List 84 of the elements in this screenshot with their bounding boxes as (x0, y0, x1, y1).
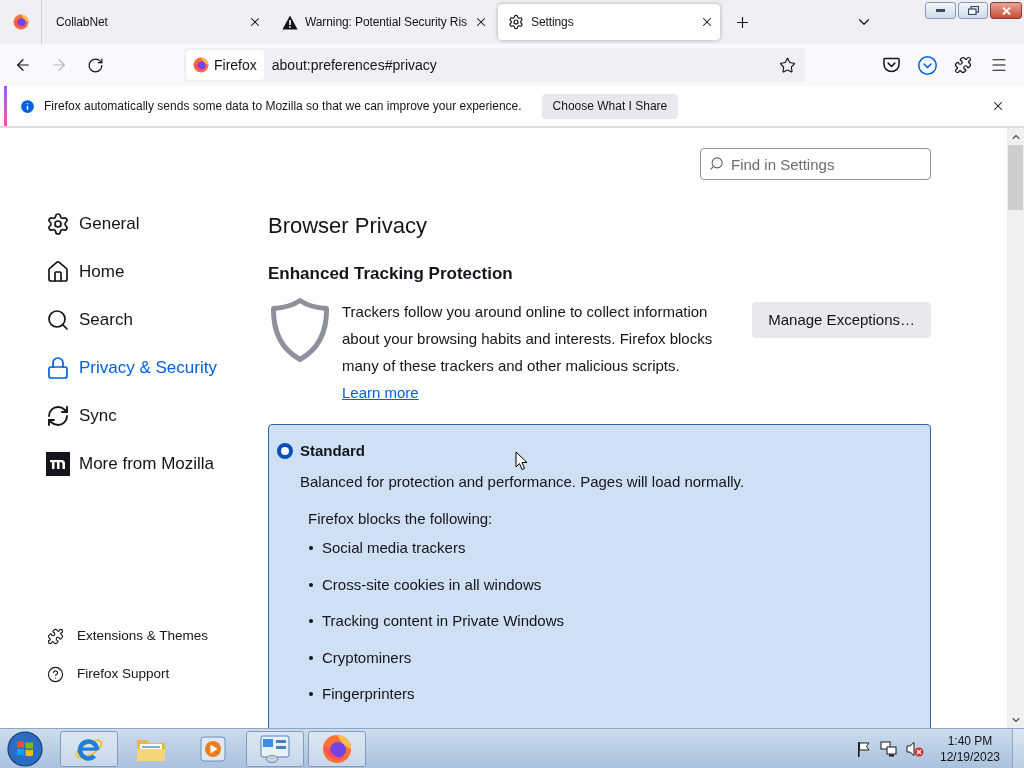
close-icon (1001, 6, 1011, 15)
maximize-button[interactable] (958, 2, 988, 19)
url-text: about:preferences#privacy (271, 55, 438, 75)
blocked-item: Cross-site cookies in all windows (322, 574, 542, 595)
bullet-icon (309, 655, 313, 660)
browser-tab[interactable]: CollabNet (46, 4, 268, 40)
bullet-icon (309, 546, 313, 551)
accent-stripe (4, 86, 7, 126)
taskbar-app-button[interactable] (308, 730, 366, 767)
section-title: Enhanced Tracking Protection (268, 263, 514, 285)
option-description: Balanced for protection and performance. Pages will load normally. (299, 472, 746, 492)
sync-icon (46, 404, 70, 428)
blocked-item: Social media trackers (322, 538, 466, 558)
network-icon (880, 740, 898, 757)
home-icon (46, 260, 70, 284)
sidebar-item[interactable]: Sync (0, 392, 268, 440)
sidebar-item[interactable]: Home (0, 248, 268, 296)
account-icon (917, 55, 937, 75)
address-bar[interactable]: Firefox about:preferences#privacy (184, 48, 805, 82)
tracking-description: Trackers follow you around online to collect information about your browsing habits and interests. Firefox blocks many of these trackers and other malicious scripts. (342, 302, 714, 376)
browser-tab[interactable]: Warning: Potential Security Ris (272, 4, 494, 40)
help-icon (47, 665, 64, 683)
sidebar-link[interactable]: Firefox Support (0, 655, 268, 693)
sidebar-item[interactable]: Search (0, 296, 268, 344)
puzzle-icon (954, 56, 972, 74)
option-radio[interactable]: Standard (277, 440, 930, 462)
scrollbar-thumb[interactable] (1008, 145, 1023, 210)
close-window-button[interactable] (990, 2, 1022, 19)
blocks-heading: Firefox blocks the following: (307, 509, 494, 529)
learn-more-link[interactable]: Learn more (342, 384, 419, 401)
gear-icon (46, 212, 70, 236)
bullet-icon (309, 619, 313, 624)
search-field[interactable]: Find in Settings (700, 148, 931, 180)
blocked-item: Cryptominers (322, 647, 412, 668)
notification-text: Firefox automatically sends some data to Mozilla so that we can improve your experience. (44, 98, 522, 115)
bullet-icon (309, 692, 313, 697)
blocked-item: Fingerprinters (322, 684, 415, 704)
gear-icon (508, 14, 524, 30)
restore-icon (967, 6, 979, 15)
search-icon (46, 308, 70, 332)
search-icon (709, 156, 724, 171)
forward-arrow-icon (50, 56, 68, 74)
star-icon (778, 56, 796, 74)
menu-icon (990, 56, 1008, 74)
flag-icon (856, 740, 872, 757)
close-icon (248, 15, 262, 29)
clock-time: 1:40 PM (947, 732, 993, 749)
identity-box[interactable]: Firefox (186, 50, 264, 80)
warning-icon (282, 14, 298, 30)
firefox-logo-icon (12, 14, 29, 30)
close-icon (991, 99, 1005, 113)
info-icon (19, 97, 36, 115)
taskbar-app-button[interactable] (60, 730, 118, 767)
minimize-icon (936, 9, 945, 12)
reload-icon (86, 56, 104, 74)
taskbar-app-button[interactable] (246, 730, 304, 767)
windows-orb-icon (7, 730, 43, 767)
mozilla-logo-icon (46, 452, 70, 476)
puzzle-icon (47, 627, 64, 645)
start-button[interactable] (6, 729, 44, 768)
firefox-logo-icon (193, 57, 209, 73)
sidebar-link[interactable]: Extensions & Themes (0, 617, 268, 655)
sidebar-item[interactable]: General (0, 200, 268, 248)
close-icon (700, 15, 714, 29)
sidebar-item[interactable]: More from Mozilla (0, 440, 268, 488)
muted-speaker-icon (906, 740, 924, 757)
mouse-pointer-icon (515, 451, 528, 471)
browser-tab[interactable]: Settings (498, 4, 720, 40)
sidebar-item[interactable]: Privacy & Security (0, 344, 268, 392)
page-heading: Browser Privacy (268, 212, 428, 240)
pocket-icon (882, 57, 900, 73)
manage-exceptions-button[interactable]: Manage Exceptions… (752, 302, 931, 338)
minimize-button[interactable] (925, 2, 956, 19)
close-icon (474, 15, 488, 29)
choose-what-i-share-button[interactable]: Choose What I Share (541, 93, 679, 119)
radio-button[interactable] (277, 443, 293, 459)
shield-icon (270, 297, 330, 363)
control-panel-icon (260, 734, 290, 763)
firefox-logo-icon (322, 733, 352, 764)
lock-icon (46, 356, 70, 380)
blocked-item: Tracking content in Private Windows (322, 611, 565, 631)
clock-date: 12/19/2023 (939, 748, 1001, 765)
media-player-icon (200, 735, 226, 762)
bullet-icon (309, 582, 313, 587)
